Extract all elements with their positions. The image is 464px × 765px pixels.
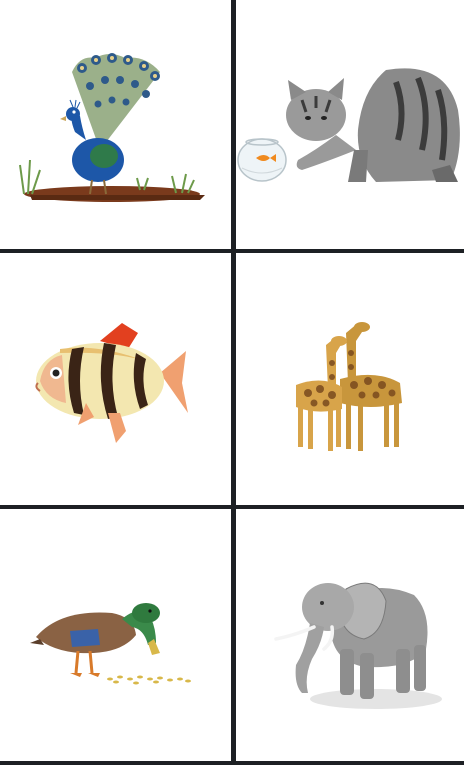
duck-icon bbox=[30, 603, 191, 685]
cell-cat bbox=[236, 0, 464, 249]
cell-peacock bbox=[0, 0, 231, 249]
giraffe-icon bbox=[296, 322, 402, 451]
cell-fish bbox=[0, 253, 231, 505]
cell-giraffes bbox=[236, 253, 464, 505]
fish-icon bbox=[35, 323, 188, 443]
elephant-icon bbox=[274, 582, 442, 709]
cell-duck bbox=[0, 509, 231, 761]
animal-picture-grid bbox=[0, 0, 464, 765]
cell-elephant bbox=[236, 509, 464, 761]
cat-icon bbox=[237, 68, 460, 182]
peacock-icon bbox=[19, 53, 205, 202]
